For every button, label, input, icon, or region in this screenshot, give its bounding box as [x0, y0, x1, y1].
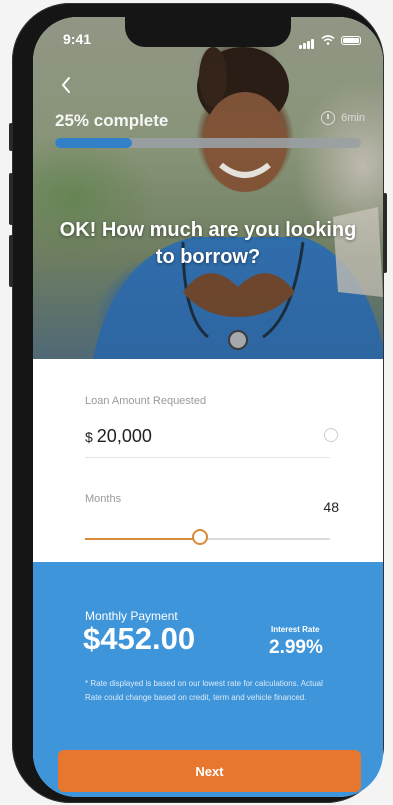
status-time: 9:41	[63, 31, 92, 47]
progress-bar-fill	[55, 138, 132, 148]
hero-image	[33, 17, 383, 359]
power-button	[383, 193, 387, 273]
rate-disclaimer: * Rate displayed is based on our lowest …	[85, 679, 323, 702]
months-value: 48	[323, 499, 339, 515]
hero-overlay	[33, 17, 383, 359]
clear-amount-icon[interactable]	[324, 428, 338, 442]
months-label: Months	[85, 493, 122, 505]
time-remaining-text: 6min	[341, 112, 365, 124]
loan-amount-value: 20,000	[96, 426, 152, 446]
months-slider-fill	[85, 538, 201, 540]
next-button[interactable]: Next	[58, 750, 361, 792]
phone-frame: 9:41 25% complete 6min OK! How much are …	[9, 3, 387, 803]
loan-amount-input[interactable]: $20,000	[85, 426, 152, 447]
clock-icon	[321, 111, 336, 125]
page-title: OK! How much are you looking to borrow?	[59, 219, 357, 268]
monthly-payment-value: $452.00	[83, 621, 196, 656]
field-divider	[85, 457, 330, 458]
loan-amount-label: Loan Amount Requested	[85, 395, 207, 407]
volume-down-button	[9, 235, 13, 287]
app-screen: 9:41 25% complete 6min OK! How much are …	[33, 17, 383, 797]
interest-rate-label: Interest Rate	[271, 625, 320, 634]
currency-symbol: $	[85, 429, 93, 445]
time-remaining: 6min	[321, 111, 365, 125]
battery-icon	[341, 35, 361, 45]
progress-label: 25% complete	[55, 111, 169, 130]
volume-up-button	[9, 173, 13, 225]
device-notch	[125, 17, 291, 47]
interest-rate-value: 2.99%	[269, 637, 323, 658]
mute-switch	[9, 123, 13, 151]
device-stage: 9:41 25% complete 6min OK! How much are …	[0, 0, 393, 805]
status-icons	[299, 31, 361, 49]
back-chevron-icon[interactable]	[59, 75, 73, 95]
wifi-icon	[321, 35, 335, 45]
progress-bar	[55, 138, 361, 148]
signal-icon	[299, 31, 315, 49]
